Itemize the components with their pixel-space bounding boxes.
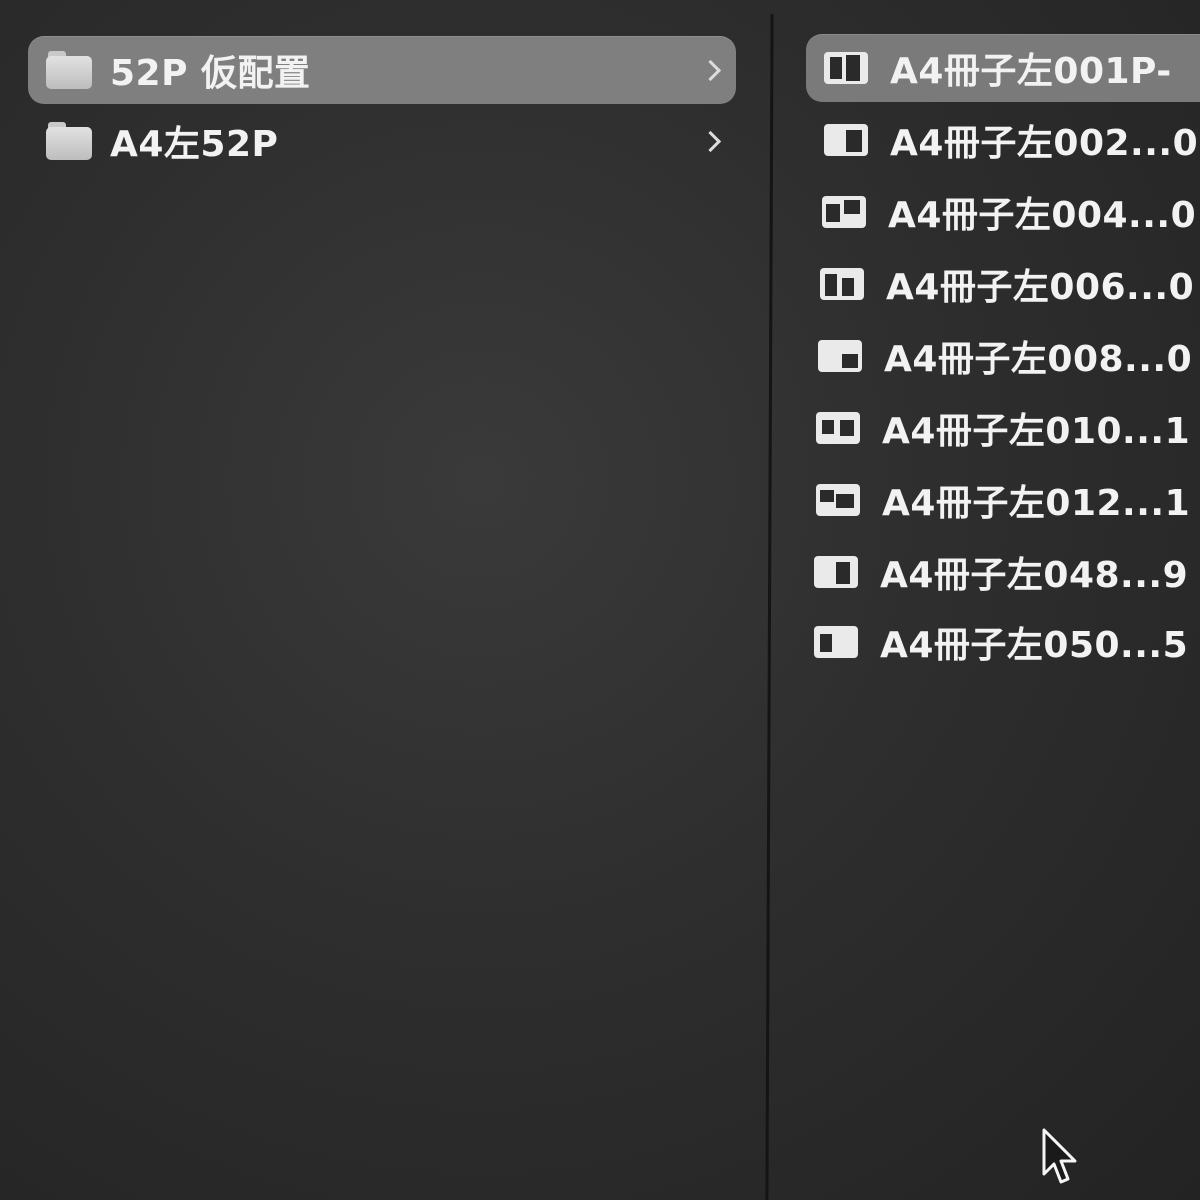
chevron-right-icon <box>699 130 722 153</box>
file-item[interactable]: A4冊子左004...0 <box>804 178 1200 246</box>
file-label: A4冊子左050...5 <box>880 625 1189 666</box>
image-thumbnail-icon <box>816 412 860 444</box>
file-label: A4冊子左006...0 <box>886 267 1195 308</box>
file-label: A4冊子左048...9 <box>880 555 1189 596</box>
file-label: A4冊子左008...0 <box>884 339 1193 380</box>
file-item[interactable]: A4冊子左050...5 <box>796 608 1200 676</box>
file-item[interactable]: A4冊子左010...1 <box>798 394 1200 462</box>
file-label: A4冊子左004...0 <box>888 195 1197 236</box>
file-item[interactable]: A4冊子左006...0 <box>802 250 1200 318</box>
finder-column-view: 52P 仮配置 A4左52P A4冊子左001P- A4冊子左002...0 A… <box>0 0 1200 1200</box>
image-thumbnail-icon <box>814 556 858 588</box>
file-item[interactable]: A4冊子左008...0 <box>800 322 1200 390</box>
folder-label: 52P 仮配置 <box>110 53 311 94</box>
mouse-cursor-icon <box>1042 1128 1077 1184</box>
file-label: A4冊子左010...1 <box>882 411 1191 452</box>
image-thumbnail-icon <box>816 484 860 516</box>
folder-label: A4左52P <box>110 124 279 165</box>
file-label: A4冊子左002...0 <box>890 123 1199 164</box>
file-item[interactable]: A4冊子左012...1 <box>798 466 1200 534</box>
image-thumbnail-icon <box>818 340 862 372</box>
file-column: A4冊子左001P- A4冊子左002...0 A4冊子左004...0 A4冊… <box>776 0 1200 1200</box>
image-thumbnail-icon <box>820 268 864 300</box>
file-item[interactable]: A4冊子左048...9 <box>796 538 1200 606</box>
file-item[interactable]: A4冊子左002...0 <box>806 106 1200 174</box>
image-thumbnail-icon <box>824 124 868 156</box>
file-label: A4冊子左012...1 <box>882 483 1191 524</box>
chevron-right-icon <box>699 59 722 82</box>
file-item[interactable]: A4冊子左001P- <box>806 34 1200 102</box>
folder-item-52p-kahaichi[interactable]: 52P 仮配置 <box>28 36 736 104</box>
folder-item-a4-left-52p[interactable]: A4左52P <box>28 107 736 175</box>
image-thumbnail-icon <box>814 626 858 658</box>
folder-icon <box>46 122 92 160</box>
file-label: A4冊子左001P- <box>890 51 1172 92</box>
image-thumbnail-icon <box>824 52 868 84</box>
column-divider[interactable] <box>765 14 774 1200</box>
folder-column: 52P 仮配置 A4左52P <box>0 0 760 1200</box>
folder-icon <box>46 51 92 89</box>
image-thumbnail-icon <box>822 196 866 228</box>
